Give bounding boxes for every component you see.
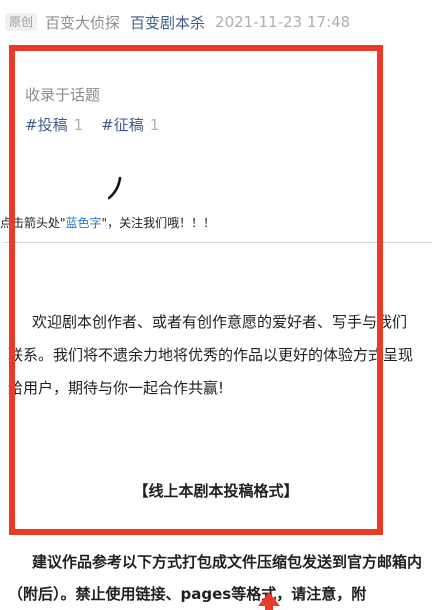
advice-paragraph: 建议作品参考以下方式打包成文件压缩包发送到官方邮箱内（附后）。禁止使用链接、pa… [8, 553, 423, 603]
arrow-stroke-icon [108, 176, 122, 200]
topic-tags: #投稿 1 #征稿 1 [25, 114, 159, 135]
follow-suffix: "，关注我们哦！！！ [101, 216, 216, 230]
follow-prompt: 点击箭头处"蓝色字"，关注我们哦！！！ [0, 214, 215, 231]
tag-count: 1 [149, 116, 160, 134]
welcome-paragraph: 欢迎剧本创作者、或者有创作意愿的爱好者、写手与我们联系。我们将不遗余力地将优秀的… [8, 313, 414, 397]
article-meta: 原创 百变大侦探 百变剧本杀 2021-11-23 17:48 [0, 8, 432, 36]
follow-blue-text: 蓝色字 [65, 216, 102, 230]
red-arrow-icon [258, 592, 280, 610]
topic-section-title: 收录于话题 [25, 86, 101, 104]
topic-tag-submission[interactable]: #投稿 1 [25, 114, 83, 135]
author-name: 百变大侦探 [45, 13, 121, 32]
tag-count: 1 [73, 116, 84, 134]
account-link[interactable]: 百变剧本杀 [130, 12, 205, 33]
divider [4, 242, 432, 243]
publish-date: 2021-11-23 17:48 [215, 13, 351, 31]
tag-label: #征稿 [101, 116, 144, 134]
format-heading: 【线上本剧本投稿格式】 [133, 482, 299, 500]
original-badge: 原创 [5, 13, 38, 31]
tag-label: #投稿 [25, 116, 68, 134]
topic-tag-call-for-papers[interactable]: #征稿 1 [101, 114, 159, 135]
follow-prefix: 点击箭头处" [0, 216, 66, 230]
